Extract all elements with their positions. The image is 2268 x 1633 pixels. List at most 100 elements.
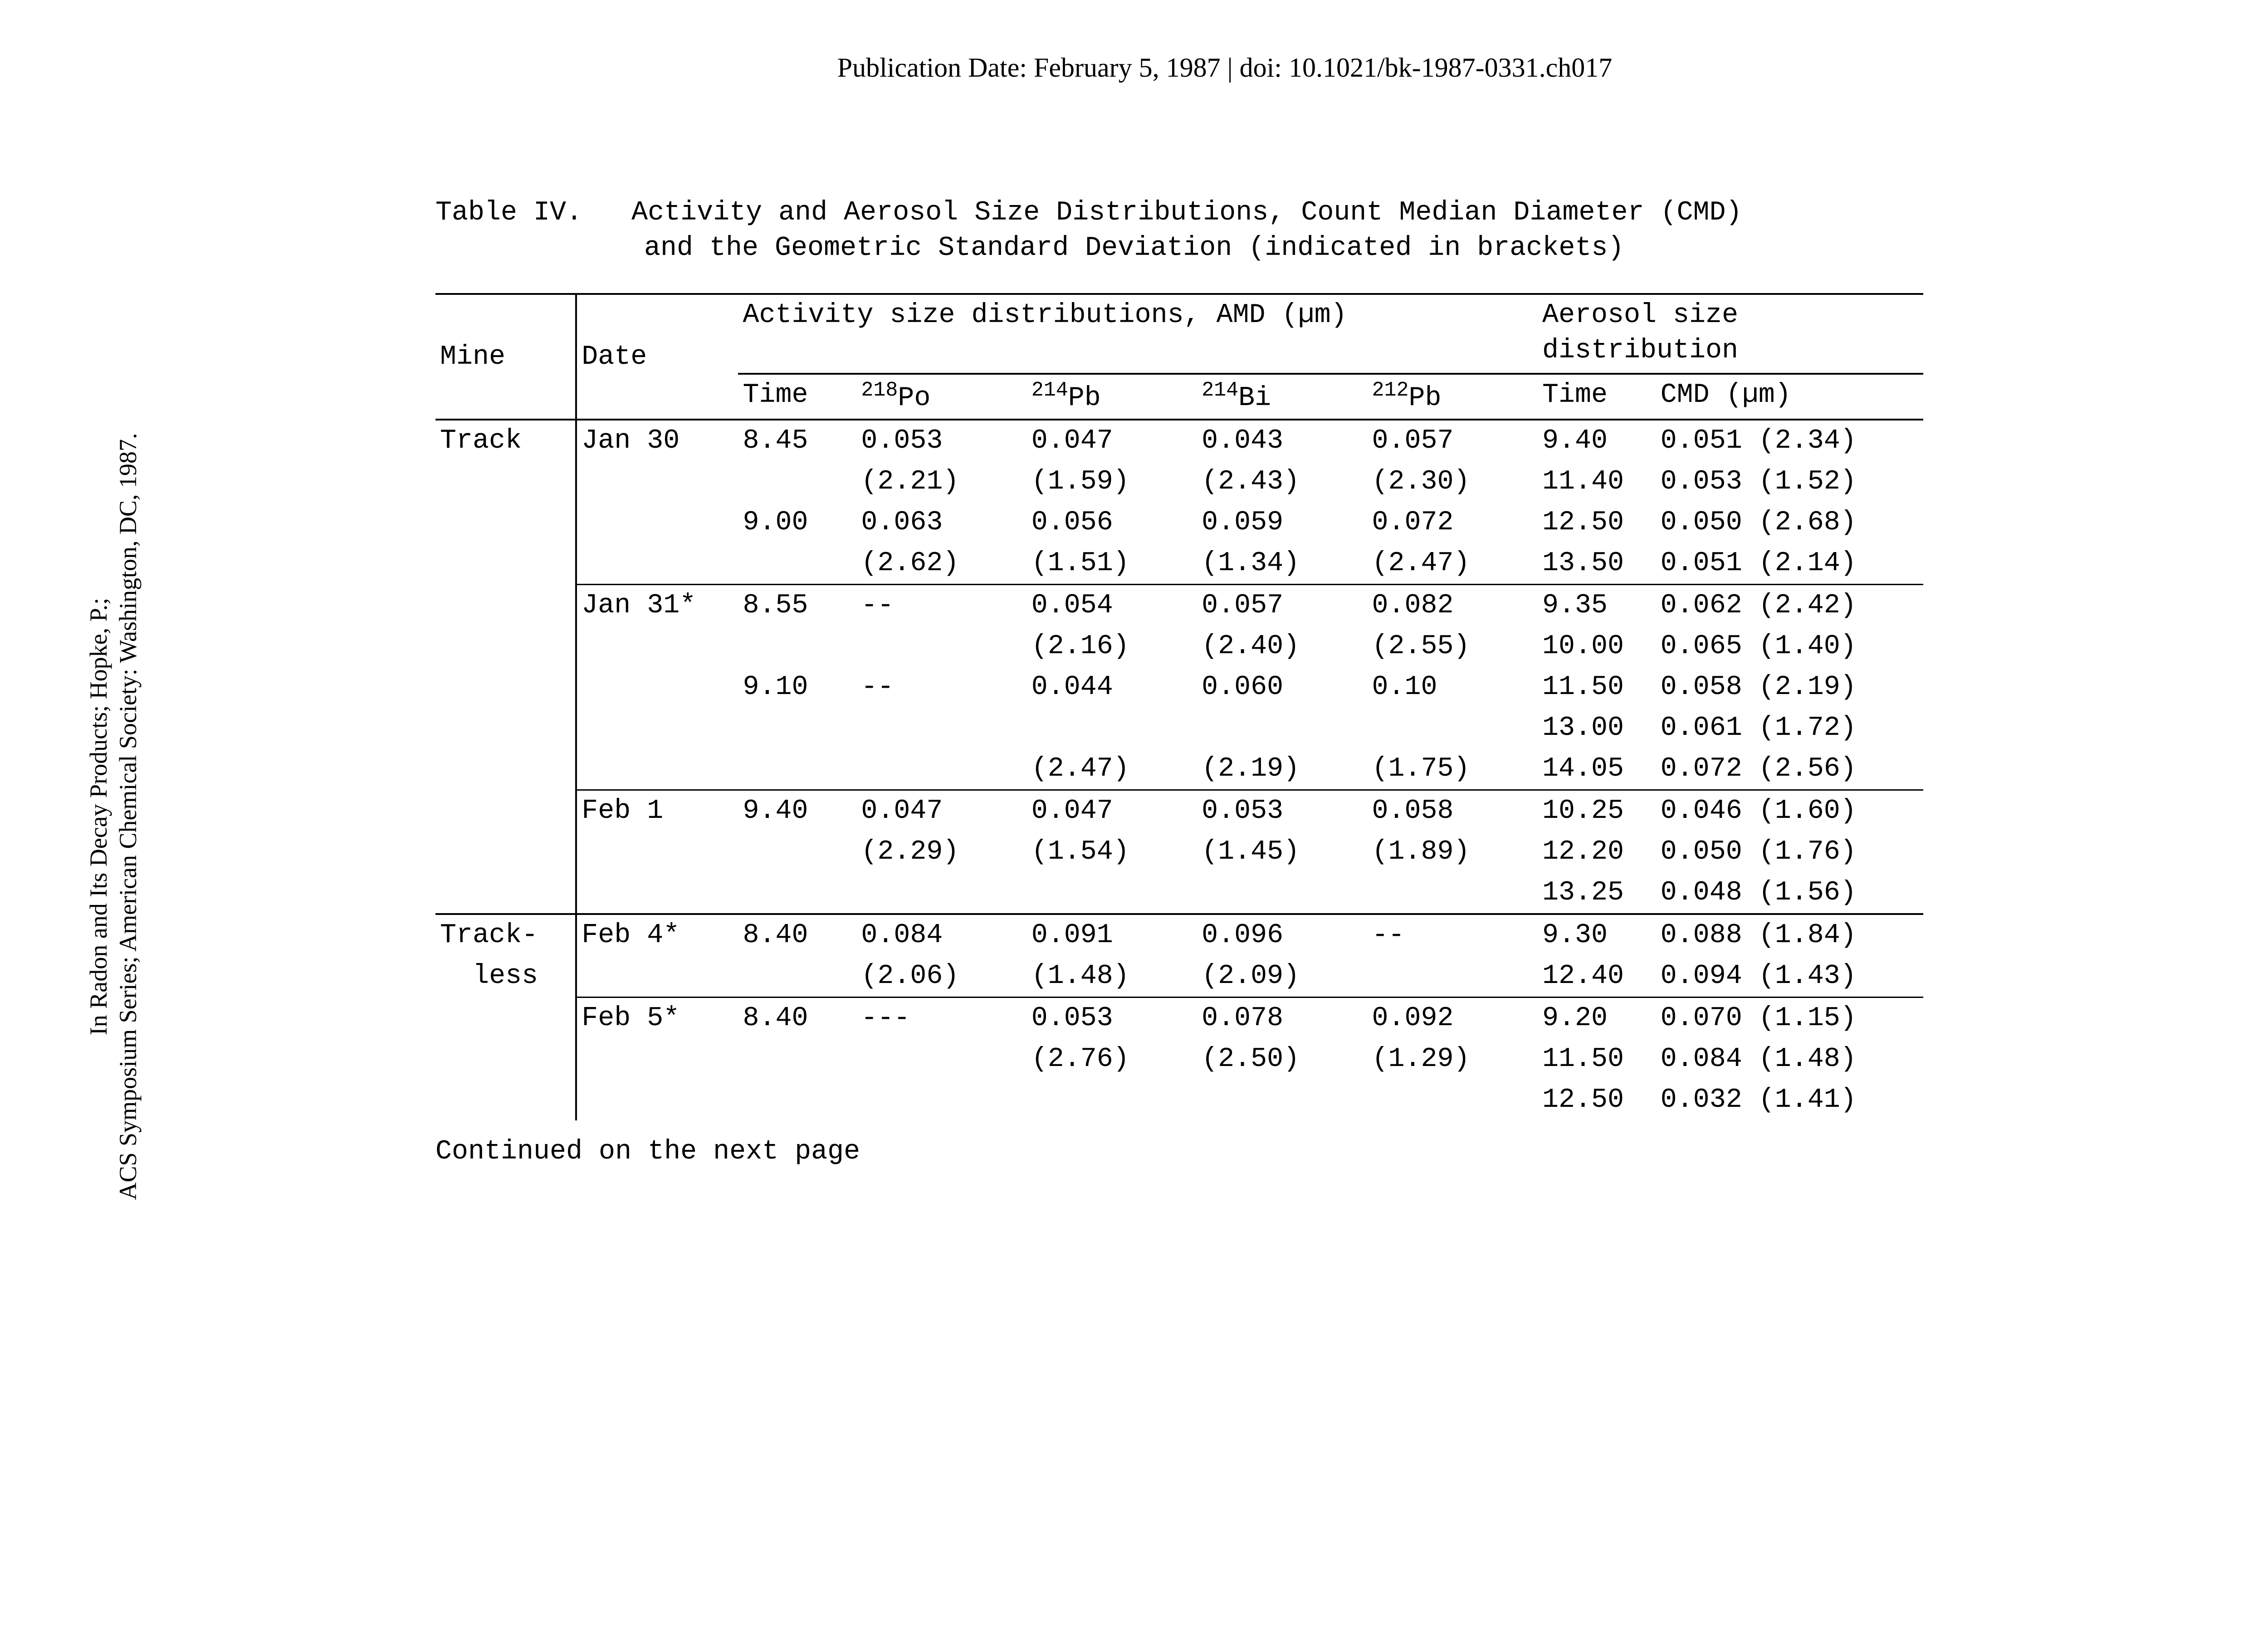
- table-label: Table IV.: [435, 197, 582, 228]
- cell: 0.070 (1.15): [1656, 997, 1923, 1039]
- mine-cell: Track: [435, 420, 576, 461]
- table-row: (2.16) (2.40) (2.55) 10.00 0.065 (1.40): [435, 626, 1923, 667]
- date-cell: Jan 30: [576, 420, 738, 461]
- cell: (2.47): [1368, 543, 1538, 585]
- cell: (1.29): [1368, 1039, 1538, 1080]
- date-cell: Jan 31*: [576, 585, 738, 626]
- table-row: (2.62) (1.51) (1.34) (2.47) 13.50 0.051 …: [435, 543, 1923, 585]
- cell: 0.053 (1.52): [1656, 461, 1923, 502]
- cell: 0.054: [1027, 585, 1197, 626]
- cell: 11.50: [1538, 1039, 1656, 1080]
- cell: (2.55): [1368, 626, 1538, 667]
- data-table: Mine Date Activity size distributions, A…: [435, 293, 1923, 1120]
- table-row: (2.47) (2.19) (1.75) 14.05 0.072 (2.56): [435, 748, 1923, 790]
- table-row: Track- Feb 4* 8.40 0.084 0.091 0.096 -- …: [435, 914, 1923, 956]
- cell: 0.092: [1368, 997, 1538, 1039]
- cell: (1.54): [1027, 831, 1197, 872]
- cell: (1.48): [1027, 956, 1197, 997]
- col-time-activity: Time: [738, 374, 856, 420]
- cell: 0.058 (2.19): [1656, 667, 1923, 708]
- cell: 9.40: [738, 790, 856, 832]
- cell: 12.20: [1538, 831, 1656, 872]
- col-pb214: 214Pb: [1027, 374, 1197, 420]
- cell: (2.40): [1197, 626, 1367, 667]
- cell: 9.20: [1538, 997, 1656, 1039]
- cell: (2.62): [856, 543, 1026, 585]
- cell: 0.046 (1.60): [1656, 790, 1923, 832]
- cell: 14.05: [1538, 748, 1656, 790]
- cell: (1.75): [1368, 748, 1538, 790]
- cell: (2.16): [1027, 626, 1197, 667]
- cell: 8.45: [738, 420, 856, 461]
- cell: 0.063: [856, 502, 1026, 543]
- cell: (2.30): [1368, 461, 1538, 502]
- cell: (1.51): [1027, 543, 1197, 585]
- cell: 0.053: [856, 420, 1026, 461]
- cell: (2.06): [856, 956, 1026, 997]
- cell: 10.00: [1538, 626, 1656, 667]
- cell: 0.072 (2.56): [1656, 748, 1923, 790]
- publication-header: Publication Date: February 5, 1987 | doi…: [0, 50, 2268, 85]
- cell: 0.084: [856, 914, 1026, 956]
- table-row: (2.76) (2.50) (1.29) 11.50 0.084 (1.48): [435, 1039, 1923, 1080]
- date-cell: Feb 1: [576, 790, 738, 832]
- cell: 12.50: [1538, 502, 1656, 543]
- cell: 0.047: [856, 790, 1026, 832]
- table-block: Table IV. Activity and Aerosol Size Dist…: [435, 195, 1923, 1169]
- col-po218: 218Po: [856, 374, 1026, 420]
- cell: 0.088 (1.84): [1656, 914, 1923, 956]
- cell: 0.084 (1.48): [1656, 1039, 1923, 1080]
- col-bi214: 214Bi: [1197, 374, 1367, 420]
- table-row: Feb 1 9.40 0.047 0.047 0.053 0.058 10.25…: [435, 790, 1923, 832]
- cell: 13.00: [1538, 708, 1656, 748]
- spanner-aerosol-l1: Aerosol size: [1542, 300, 1738, 331]
- cell: 9.10: [738, 667, 856, 708]
- cell: 0.051 (2.14): [1656, 543, 1923, 585]
- col-mine: Mine: [435, 294, 576, 420]
- cell: 0.072: [1368, 502, 1538, 543]
- cell: 13.25: [1538, 872, 1656, 914]
- cell: 8.40: [738, 997, 856, 1039]
- cell: 0.078: [1197, 997, 1367, 1039]
- cell: (1.59): [1027, 461, 1197, 502]
- cell: 0.10: [1368, 667, 1538, 708]
- cell: 12.50: [1538, 1080, 1656, 1120]
- cell: 0.094 (1.43): [1656, 956, 1923, 997]
- cell: 8.55: [738, 585, 856, 626]
- cell: --: [1368, 914, 1538, 956]
- spanner-aerosol-l2: distribution: [1542, 335, 1738, 366]
- cell: 0.062 (2.42): [1656, 585, 1923, 626]
- date-cell: Feb 5*: [576, 997, 738, 1039]
- table-caption: Table IV. Activity and Aerosol Size Dist…: [435, 195, 1923, 266]
- cell: 0.058: [1368, 790, 1538, 832]
- cell: 0.047: [1027, 420, 1197, 461]
- cell: (2.76): [1027, 1039, 1197, 1080]
- table-row: less (2.06) (1.48) (2.09) 12.40 0.094 (1…: [435, 956, 1923, 997]
- cell: --: [856, 585, 1026, 626]
- cell: --: [856, 667, 1026, 708]
- cell: (2.19): [1197, 748, 1367, 790]
- mine-cell: less: [435, 956, 576, 997]
- cell: 9.30: [1538, 914, 1656, 956]
- spanner-aerosol: Aerosol size distribution: [1538, 294, 1923, 371]
- cell: 0.059: [1197, 502, 1367, 543]
- cell: 12.40: [1538, 956, 1656, 997]
- cell: 9.40: [1538, 420, 1656, 461]
- cell: 0.050 (1.76): [1656, 831, 1923, 872]
- cell: (2.47): [1027, 748, 1197, 790]
- mine-cell: Track-: [435, 914, 576, 956]
- table-row: 12.50 0.032 (1.41): [435, 1080, 1923, 1120]
- cell: 0.051 (2.34): [1656, 420, 1923, 461]
- page: Publication Date: February 5, 1987 | doi…: [0, 0, 2268, 1633]
- cell: 13.50: [1538, 543, 1656, 585]
- col-date: Date: [576, 294, 738, 420]
- cell: 0.032 (1.41): [1656, 1080, 1923, 1120]
- table-row: Feb 5* 8.40 --- 0.053 0.078 0.092 9.20 0…: [435, 997, 1923, 1039]
- cell: (2.43): [1197, 461, 1367, 502]
- cell: 0.056: [1027, 502, 1197, 543]
- cell: 0.065 (1.40): [1656, 626, 1923, 667]
- table-row: (2.21) (1.59) (2.43) (2.30) 11.40 0.053 …: [435, 461, 1923, 502]
- cell: 10.25: [1538, 790, 1656, 832]
- cell: 0.053: [1027, 997, 1197, 1039]
- table-row: Jan 31* 8.55 -- 0.054 0.057 0.082 9.35 0…: [435, 585, 1923, 626]
